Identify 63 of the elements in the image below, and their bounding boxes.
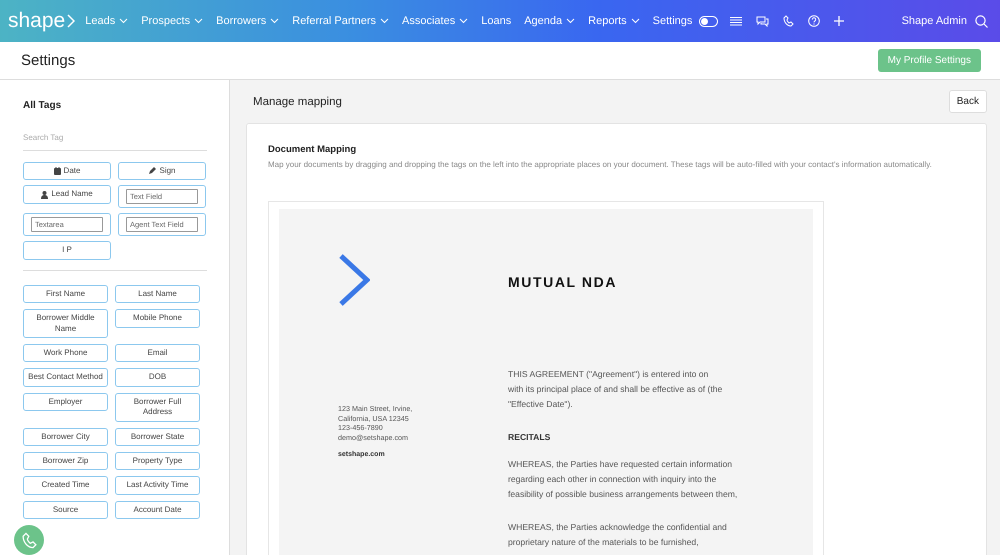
tag-chip[interactable]: Borrower Zip — [23, 452, 108, 470]
chat-icon[interactable] — [756, 16, 770, 26]
tag-label: Date — [64, 166, 80, 176]
chevron-down-icon — [459, 18, 468, 24]
nav-link[interactable]: Agenda — [524, 15, 576, 27]
nav-link[interactable]: Settings — [652, 15, 692, 27]
section-title: Manage mapping — [253, 96, 342, 108]
document-paragraph: THIS AGREEMENT ("Agreement") is entered into on with its principal place of and shall be effective as of (the "Effective Date"). — [508, 368, 724, 412]
tag-chip[interactable]: Last Activity Time — [115, 476, 200, 495]
calendar-icon — [54, 167, 61, 176]
search-field[interactable]: Search Tag — [23, 133, 207, 151]
tag-chip[interactable]: Date — [23, 162, 111, 180]
tag-chip[interactable]: Sign — [118, 162, 206, 180]
phone-icon[interactable] — [783, 15, 794, 27]
document-paragraph: WHEREAS, the Parties have requested certain information regarding each other in connection with inquiry into the feasibility of possible business arrangements between them, — [508, 458, 738, 502]
plus-icon[interactable] — [834, 16, 844, 26]
tag-chip[interactable]: First Name — [23, 284, 108, 304]
tag-chip[interactable]: Mobile Phone — [115, 309, 200, 328]
toggle-switch[interactable] — [699, 16, 718, 26]
document-heading: RECITALS — [508, 431, 552, 444]
tag-chip[interactable]: Employer — [23, 392, 108, 412]
list-icon[interactable] — [730, 16, 742, 26]
tag-chip[interactable]: Borrower State — [115, 428, 200, 446]
pencil-icon — [148, 167, 156, 176]
back-button[interactable]: Back — [948, 90, 987, 113]
phone-icon — [20, 532, 38, 548]
search-icon[interactable] — [975, 14, 988, 28]
tag-chip[interactable]: Borrower Middle Name — [23, 309, 108, 338]
chevron-down-icon — [119, 18, 128, 24]
tag-chip[interactable]: Email — [115, 344, 200, 362]
page-title: Settings — [21, 52, 76, 69]
tag-chip[interactable]: Work Phone — [23, 344, 108, 362]
nav-link[interactable]: Reports — [588, 15, 640, 27]
chevron-logo-icon — [338, 254, 370, 306]
nav-link[interactable]: Loans — [481, 15, 512, 27]
help-icon[interactable] — [808, 15, 820, 27]
nav-link[interactable]: Associates — [402, 15, 468, 27]
document-paragraph: WHEREAS, the Parties acknowledge the confidential and proprietary nature of the materials to be furnished, — [508, 521, 728, 550]
chevron-down-icon — [194, 18, 204, 24]
tag-chip[interactable]: Source — [23, 500, 108, 520]
user-icon — [41, 190, 48, 199]
chevron-down-icon — [270, 18, 280, 24]
tag-chip[interactable]: I P — [23, 241, 111, 260]
chevron-down-icon — [380, 18, 390, 24]
tag-chip[interactable]: Borrower City — [23, 428, 108, 446]
card-title: Document Mapping — [268, 144, 358, 155]
tag-chip[interactable]: Last Name — [115, 284, 200, 304]
tag-label: Sign — [159, 166, 176, 176]
tag-chip[interactable]: Property Type — [115, 452, 200, 470]
tag-chip[interactable]: Borrower Full Address — [115, 392, 200, 422]
user-name[interactable]: Shape Admin — [902, 15, 967, 27]
tag-chip[interactable]: Created Time — [23, 476, 108, 495]
tag-chip[interactable]: Account Date — [115, 500, 200, 520]
chevron-down-icon — [630, 18, 640, 24]
chevron-right-icon — [67, 14, 76, 28]
tag-chip[interactable]: Best Contact Method — [23, 368, 108, 387]
chevron-down-icon — [566, 18, 576, 24]
tag-chip[interactable]: Lead Name — [23, 185, 111, 204]
description-text: Map your documents by dragging and dropping the tags on the left into the appropriate places on your document. These tags will be auto-filled with your contact's information automatically. — [268, 159, 933, 171]
tag-chip[interactable]: DOB — [115, 368, 200, 387]
tag-label: Lead Name — [51, 189, 93, 200]
document-title: MUTUAL NDA — [508, 274, 618, 292]
sidebar-title: All Tags — [23, 100, 62, 111]
